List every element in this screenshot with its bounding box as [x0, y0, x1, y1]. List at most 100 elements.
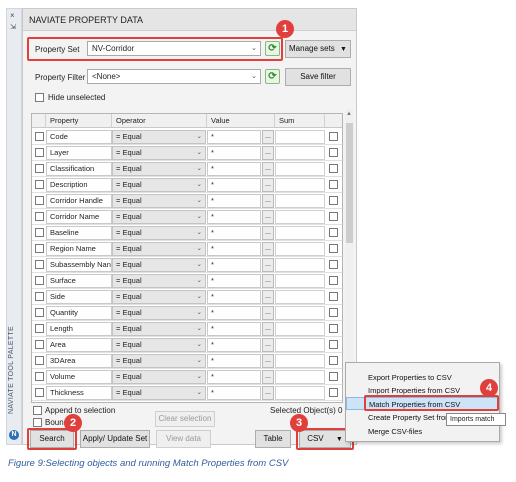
row-checkbox[interactable]	[35, 260, 44, 269]
sum-checkbox[interactable]	[329, 372, 338, 381]
close-icon[interactable]: ×	[10, 11, 15, 20]
operator-dropdown[interactable]: = Equal ⌄	[112, 130, 206, 144]
menu-item-merge-csv[interactable]: Merge CSV-files	[346, 425, 499, 438]
pin-icon[interactable]: ⇲	[10, 23, 16, 31]
operator-dropdown[interactable]: = Equal ⌄	[112, 258, 206, 272]
row-checkbox[interactable]	[35, 132, 44, 141]
operator-dropdown[interactable]: = Equal ⌄	[112, 226, 206, 240]
row-checkbox[interactable]	[35, 196, 44, 205]
browse-values-button[interactable]: ...	[262, 354, 274, 368]
sum-checkbox[interactable]	[329, 228, 338, 237]
sum-checkbox[interactable]	[329, 308, 338, 317]
operator-dropdown[interactable]: = Equal ⌄	[112, 354, 206, 368]
value-input[interactable]: *	[207, 274, 261, 288]
value-input[interactable]: *	[207, 258, 261, 272]
value-input[interactable]: *	[207, 370, 261, 384]
value-input[interactable]: *	[207, 178, 261, 192]
sum-checkbox[interactable]	[329, 340, 338, 349]
sum-checkbox[interactable]	[329, 164, 338, 173]
operator-dropdown[interactable]: = Equal ⌄	[112, 162, 206, 176]
browse-values-button[interactable]: ...	[262, 210, 274, 224]
refresh-property-filter-icon[interactable]: ⟳	[265, 69, 280, 84]
browse-values-button[interactable]: ...	[262, 386, 274, 400]
table-button[interactable]: Table	[255, 430, 291, 448]
browse-values-button[interactable]: ...	[262, 226, 274, 240]
row-checkbox[interactable]	[35, 180, 44, 189]
operator-dropdown[interactable]: = Equal ⌄	[112, 338, 206, 352]
operator-dropdown[interactable]: = Equal ⌄	[112, 274, 206, 288]
sum-checkbox[interactable]	[329, 388, 338, 397]
sum-checkbox[interactable]	[329, 132, 338, 141]
search-button[interactable]: Search	[30, 430, 74, 448]
value-input[interactable]: *	[207, 386, 261, 400]
sum-checkbox[interactable]	[329, 276, 338, 285]
grid-scrollbar[interactable]: ▲	[345, 109, 354, 404]
value-input[interactable]: *	[207, 130, 261, 144]
browse-values-button[interactable]: ...	[262, 322, 274, 336]
browse-values-button[interactable]: ...	[262, 274, 274, 288]
sum-checkbox[interactable]	[329, 148, 338, 157]
row-checkbox[interactable]	[35, 308, 44, 317]
browse-values-button[interactable]: ...	[262, 194, 274, 208]
value-input[interactable]: *	[207, 354, 261, 368]
refresh-property-set-icon[interactable]: ⟳	[265, 41, 280, 56]
sum-checkbox[interactable]	[329, 244, 338, 253]
sum-checkbox[interactable]	[329, 356, 338, 365]
row-checkbox[interactable]	[35, 340, 44, 349]
sum-checkbox[interactable]	[329, 196, 338, 205]
value-input[interactable]: *	[207, 194, 261, 208]
value-input[interactable]: *	[207, 162, 261, 176]
browse-values-button[interactable]: ...	[262, 370, 274, 384]
row-checkbox[interactable]	[35, 148, 44, 157]
operator-dropdown[interactable]: = Equal ⌄	[112, 194, 206, 208]
operator-dropdown[interactable]: = Equal ⌄	[112, 146, 206, 160]
scrollbar-thumb[interactable]	[346, 123, 353, 243]
sum-checkbox[interactable]	[329, 260, 338, 269]
row-checkbox[interactable]	[35, 212, 44, 221]
apply-update-set-button[interactable]: Apply/ Update Set	[80, 430, 150, 448]
append-to-selection-checkbox[interactable]	[33, 406, 42, 415]
bound-checkbox[interactable]	[33, 418, 42, 427]
operator-dropdown[interactable]: = Equal ⌄	[112, 370, 206, 384]
operator-dropdown[interactable]: = Equal ⌄	[112, 306, 206, 320]
browse-values-button[interactable]: ...	[262, 178, 274, 192]
sum-checkbox[interactable]	[329, 180, 338, 189]
value-input[interactable]: *	[207, 226, 261, 240]
scroll-up-icon[interactable]: ▲	[346, 111, 352, 117]
browse-values-button[interactable]: ...	[262, 130, 274, 144]
sum-checkbox[interactable]	[329, 324, 338, 333]
sum-checkbox[interactable]	[329, 292, 338, 301]
row-checkbox[interactable]	[35, 164, 44, 173]
operator-dropdown[interactable]: = Equal ⌄	[112, 386, 206, 400]
value-input[interactable]: *	[207, 242, 261, 256]
operator-dropdown[interactable]: = Equal ⌄	[112, 242, 206, 256]
row-checkbox[interactable]	[35, 388, 44, 397]
browse-values-button[interactable]: ...	[262, 258, 274, 272]
manage-sets-button[interactable]: Manage sets ▼	[285, 40, 351, 58]
value-input[interactable]: *	[207, 210, 261, 224]
property-filter-dropdown[interactable]: <None> ⌄	[87, 69, 261, 84]
hide-unselected-checkbox[interactable]	[35, 93, 44, 102]
row-checkbox[interactable]	[35, 244, 44, 253]
browse-values-button[interactable]: ...	[262, 306, 274, 320]
clear-selection-button[interactable]: Clear selection	[155, 411, 215, 427]
menu-item-export-csv[interactable]: Export Properties to CSV	[346, 371, 499, 384]
operator-dropdown[interactable]: = Equal ⌄	[112, 290, 206, 304]
property-set-dropdown[interactable]: NV-Corridor ⌄	[87, 41, 261, 56]
row-checkbox[interactable]	[35, 324, 44, 333]
value-input[interactable]: *	[207, 322, 261, 336]
value-input[interactable]: *	[207, 290, 261, 304]
operator-dropdown[interactable]: = Equal ⌄	[112, 178, 206, 192]
row-checkbox[interactable]	[35, 276, 44, 285]
browse-values-button[interactable]: ...	[262, 162, 274, 176]
value-input[interactable]: *	[207, 338, 261, 352]
csv-dropdown-button[interactable]: CSV ▼	[299, 430, 351, 448]
sum-checkbox[interactable]	[329, 212, 338, 221]
operator-dropdown[interactable]: = Equal ⌄	[112, 210, 206, 224]
browse-values-button[interactable]: ...	[262, 242, 274, 256]
operator-dropdown[interactable]: = Equal ⌄	[112, 322, 206, 336]
row-checkbox[interactable]	[35, 356, 44, 365]
value-input[interactable]: *	[207, 146, 261, 160]
value-input[interactable]: *	[207, 306, 261, 320]
row-checkbox[interactable]	[35, 292, 44, 301]
